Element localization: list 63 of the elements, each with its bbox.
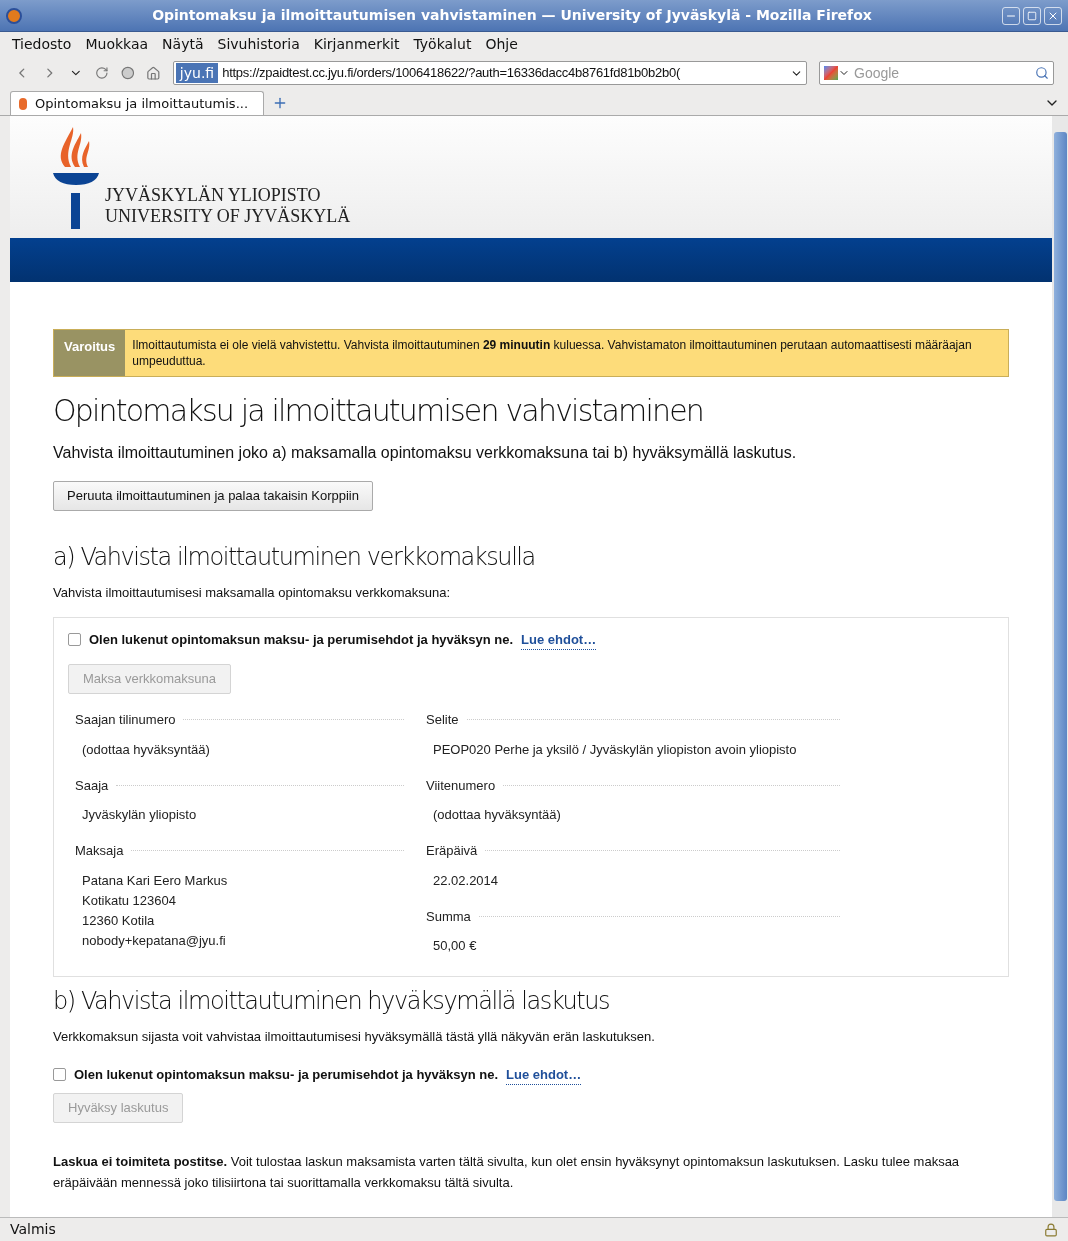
terms-link[interactable]: Lue ehdot… [506,1064,582,1085]
field-value: 50,00 € [433,937,478,955]
field-label: Viitenumero [426,776,496,795]
warning-label: Varoitus [54,330,126,376]
footer-note: Laskua ei toimiteta postitse. Voit tulostaa laskun maksamista varten tältä sivulta, kun olet ensin hyväksynyt opintomaksun laskutuksen. Lasku tulee maksaa eräpäivään mennessä joko tilisiirtona tai suorittamalla verkkomaksu tältä sivulta. [53,1153,961,1192]
search-field[interactable]: Google [819,61,1054,85]
section-intro: Vahvista ilmoittautumisesi maksamalla opintomaksu verkkomaksuna: [53,584,452,602]
browser-logo-icon [6,7,22,24]
menu-item[interactable]: Muokkaa [85,33,149,55]
browser-tab[interactable]: Opintomaksu ja ilmoittautumis... [10,91,264,115]
field-label: Selite [426,711,459,729]
menu-item[interactable]: Työkalut [413,33,472,55]
field-value: (odottaa hyväksyntää) [433,806,562,824]
minimize-button[interactable] [1002,6,1020,25]
section-heading: b) Vahvista ilmoittautuminen hyväksymällä laskutus [53,986,611,1017]
terms-label: Olen lukenut opintomaksun maksu- ja perumisehdot ja hyväksyn ne. [89,631,514,649]
home-icon[interactable] [146,65,161,81]
menu-item[interactable]: Kirjanmerkit [313,33,400,55]
search-input[interactable]: Google [854,62,1035,84]
logo-text: UNIVERSITY OF JYVÄSKYLÄ [105,206,351,227]
logo-text: JYVÄSKYLÄN YLIOPISTO [105,185,322,206]
field-value: Patana Kari Eero Markus [82,871,229,890]
field-value: 12360 Kotila [82,911,156,930]
field-value: (odottaa hyväksyntää) [82,740,211,759]
window-title: Opintomaksu ja ilmoittautumisen vahvistaminen — University of Jyväskylä - Mozilla Firefox [151,6,873,25]
maximize-icon [1027,10,1037,21]
search-icon[interactable] [1035,66,1049,80]
site-identity-button[interactable]: jyu.fi [175,63,219,83]
terms-label: Olen lukenut opintomaksun maksu- ja perumisehdot ja hyväksyn ne. [74,1066,499,1084]
cancel-button[interactable]: Peruuta ilmoittautuminen ja palaa takaisin Korppiin [53,481,373,511]
intro-text: Vahvista ilmoittautuminen joko a) maksamalla opintomaksu verkkomaksuna tai b) hyväksymällä laskutus. [53,443,798,463]
field-value: Kotikatu 123604 [82,891,177,910]
menu-item[interactable]: Näytä [162,33,204,55]
field-value: PEOP020 Perhe ja yksilö / Jyväskylän yliopiston avoin yliopisto [433,740,798,759]
section-heading: a) Vahvista ilmoittautuminen verkkomaksulla [53,542,536,573]
lock-icon [1044,1222,1058,1237]
reload-icon[interactable] [94,66,109,80]
menu-item[interactable]: Sivuhistoria [217,33,300,55]
field-label: Maksaja [75,842,124,860]
address-field[interactable]: jyu.fi https://zpaidtest.cc.jyu.fi/orders/1006418622/?auth=16336dacc4b8761fd81b0b2b0( [172,61,807,85]
menu-item[interactable]: Ohje [485,33,518,55]
checkbox[interactable] [68,633,81,647]
stop-icon[interactable] [120,66,135,80]
close-button[interactable] [1044,6,1062,25]
new-tab-icon[interactable] [272,95,288,111]
torch-logo-icon [53,125,99,229]
section-intro: Verkkomaksun sijasta voit vahvistaa ilmoittautumisesi hyväksymällä tästä yllä näkyvän erän laskutuksen. [53,1028,656,1046]
tab-favicon-icon [19,97,27,110]
field-value: 22.02.2014 [433,871,500,890]
maximize-button[interactable] [1023,6,1041,25]
field-label: Saaja [75,776,109,795]
field-label: Eräpäivä [426,842,478,860]
menu-item[interactable]: Tiedosto [12,33,72,55]
checkbox[interactable] [53,1068,66,1082]
warning-text: Ilmoittautumista ei ole vielä vahvistettu. Vahvista ilmoittautuminen 29 minuutin kuluessa. Vahvistamaton ilmoittautuminen perutaan automaattisesti määräajan umpeuduttua. [131,337,973,370]
field-value: Jyväskylän yliopisto [82,806,198,824]
terms-link[interactable]: Lue ehdot… [521,629,597,650]
status-text: Valmis [10,1220,57,1239]
field-label: Summa [426,907,471,926]
url-text: https://zpaidtest.cc.jyu.fi/orders/1006418622/?auth=16336dacc4b8761fd81b0b2b0( [222,64,681,83]
page-heading: Opintomaksu ja ilmoittautumisen vahvistaminen [53,392,705,430]
field-value: nobody+kepatana@jyu.fi [82,931,227,950]
field-label: Saajan tilinumero [75,711,176,729]
